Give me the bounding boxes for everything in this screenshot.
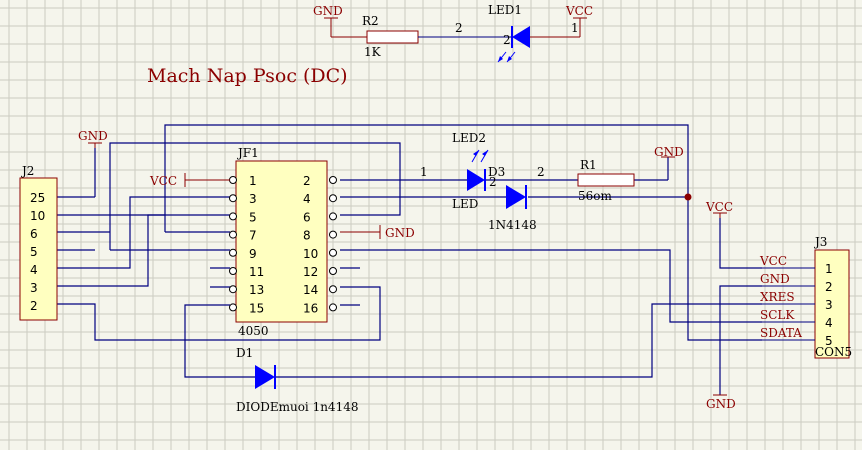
jf1-pin-number: 10 [303, 247, 318, 261]
junction-dot [684, 193, 692, 201]
j3-signal-label: VCC [759, 254, 787, 268]
jf1-pin-number: 1 [249, 174, 257, 188]
d3-symbol [506, 185, 527, 209]
vcc-label-top: VCC [565, 4, 593, 18]
gnd-label-top: GND [313, 4, 343, 18]
gnd-label-r1: GND [654, 145, 684, 159]
j2-pin-number: 10 [30, 209, 45, 223]
gnd-label-jf1: GND [385, 226, 415, 240]
jf1-pin-circle [329, 176, 337, 184]
vcc-label-j3: VCC [705, 200, 733, 214]
r2-resistor [366, 30, 419, 44]
schematic-title: Mach Nap Psoc (DC) [147, 65, 348, 87]
jf1-pin-number: 14 [303, 283, 318, 297]
r2-ref: R2 [362, 14, 379, 28]
j2-pin-number: 2 [30, 299, 38, 313]
net-num-top: 2 [455, 21, 463, 35]
r1-resistor [577, 173, 635, 187]
jf1-pin-number: 13 [249, 283, 264, 297]
gnd-symbol-jf1 [340, 225, 381, 239]
j3-pin-number: 2 [825, 280, 833, 294]
led2-value: LED [452, 197, 478, 211]
jf1-pin-circle [229, 194, 237, 203]
jf1-ref: JF1 [236, 146, 259, 160]
gnd-symbol-j2 [88, 142, 102, 148]
jf1-pin-circle [329, 212, 337, 221]
j3-signal-label: GND [760, 272, 790, 286]
j2-pin-number: 3 [30, 281, 38, 295]
jf1-pin-circle [229, 230, 237, 239]
jf1-pin-number: 8 [303, 229, 311, 243]
jf1-pin-circle [329, 303, 337, 312]
d1-value: DIODEmuoi 1n4148 [236, 400, 358, 414]
j3-pin-number: 1 [825, 262, 833, 276]
jf1-pin-circle [229, 267, 237, 275]
d3-ref: D3 [488, 165, 505, 179]
jf1-pin-number: 15 [249, 301, 264, 315]
j3-signal-label: XRES [760, 290, 795, 304]
jf1-pin-circle [329, 230, 337, 239]
j2-pin-number: 4 [30, 263, 38, 277]
j3-pin-number: 4 [825, 316, 833, 330]
j3-signal-label: SDATA [760, 326, 802, 340]
jf1-pin-circle [229, 285, 237, 294]
d1-symbol [255, 365, 276, 389]
j3-signal-label: SCLK [760, 308, 795, 322]
gnd-label-j2: GND [78, 129, 108, 143]
jf1-pin-number: 9 [249, 247, 257, 261]
j2-pin-number: 5 [30, 245, 38, 259]
vcc-label-jf1: VCC [149, 174, 177, 188]
r1-value: 56om [578, 189, 612, 203]
led2-net: 1 [420, 165, 428, 179]
jf1-pin-circle [329, 194, 337, 203]
jf1-pin-circle [229, 176, 237, 184]
jf1-pin-circle [229, 303, 237, 312]
r1-ref: R1 [580, 158, 597, 172]
schematic-sheet: Mach Nap Psoc (DC) GND VCC R2 1K 2 LED1 … [0, 0, 862, 450]
d1-ref: D1 [236, 346, 253, 360]
jf1-pin-circle [329, 248, 337, 257]
led1-pin-a: 2 [503, 33, 511, 47]
jf1-pin-circle [229, 248, 237, 257]
grid [0, 0, 862, 450]
j2-pin-number: 6 [30, 227, 38, 241]
led1-pin-b: 1 [571, 21, 579, 35]
d3-net: 2 [537, 165, 545, 179]
j3-pin-number: 5 [825, 334, 833, 348]
jf1-pin-number: 3 [249, 192, 257, 206]
led2-ref: LED2 [452, 131, 486, 145]
jf1-pin-number: 12 [303, 265, 318, 279]
jf1-pin-number: 11 [249, 265, 264, 279]
jf1-pin-circle [329, 267, 337, 275]
j2-ref: J2 [20, 164, 34, 178]
jf1-pin-number: 7 [249, 229, 257, 243]
led1-ref: LED1 [488, 3, 522, 17]
jf1-pin-number: 2 [303, 174, 311, 188]
jf1-part: 4050 [238, 324, 269, 338]
jf1-pin-number: 5 [249, 210, 257, 224]
r2-value: 1K [364, 45, 382, 59]
j3-ref: J3 [813, 235, 827, 249]
gnd-label-j3: GND [706, 397, 736, 411]
jf1-pin-circle [329, 285, 337, 294]
d3-value: 1N4148 [488, 218, 537, 232]
jf1-pin-number: 6 [303, 210, 311, 224]
j2-pin-number: 25 [30, 191, 45, 205]
jf1-pin-number: 4 [303, 192, 311, 206]
jf1-pin-circle [229, 212, 237, 221]
jf1-pin-number: 16 [303, 301, 318, 315]
j3-part: CON5 [815, 345, 852, 359]
j3-pin-number: 3 [825, 298, 833, 312]
